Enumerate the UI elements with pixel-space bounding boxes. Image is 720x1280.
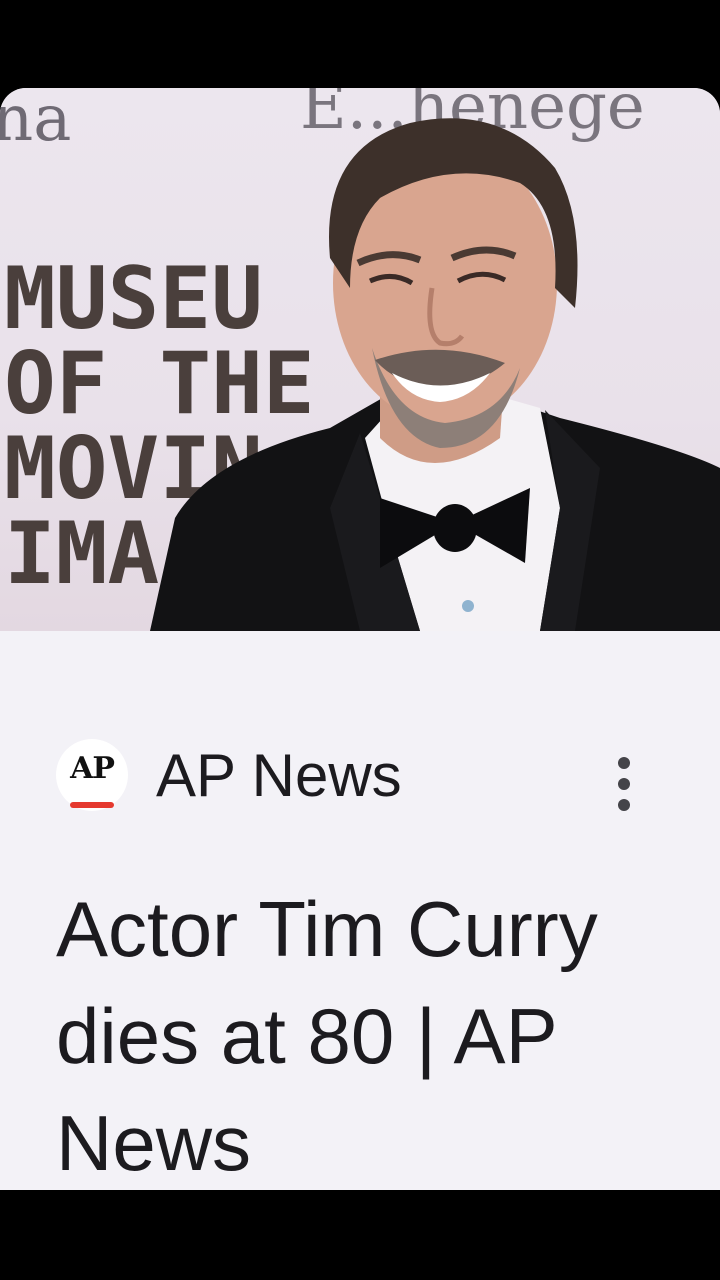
source-row[interactable]: AP AP News: [56, 731, 656, 811]
person-photo-icon: na E...henege MUSEU OF THE MOVIN IMA: [0, 88, 720, 631]
more-options-button[interactable]: [604, 747, 644, 819]
article-image[interactable]: na E...henege MUSEU OF THE MOVIN IMA: [0, 88, 720, 631]
screen: na E...henege MUSEU OF THE MOVIN IMA AP …: [0, 0, 720, 1280]
ap-news-logo: AP: [56, 739, 128, 811]
more-vert-icon-dot: [618, 778, 630, 790]
backdrop-line-4: IMA: [4, 504, 159, 604]
ap-logo-underline: [70, 802, 114, 808]
backdrop-top-left-text: na: [0, 88, 71, 156]
ap-logo-text: AP: [70, 751, 115, 786]
more-vert-icon-dot: [618, 799, 630, 811]
article-details: AP AP News Actor Tim Curry dies at 80 | …: [0, 631, 720, 1190]
news-article-card[interactable]: na E...henege MUSEU OF THE MOVIN IMA AP …: [0, 88, 720, 1190]
article-headline[interactable]: Actor Tim Curry dies at 80 | AP News: [56, 876, 656, 1190]
source-name: AP News: [156, 742, 402, 809]
more-vert-icon-dot: [618, 757, 630, 769]
